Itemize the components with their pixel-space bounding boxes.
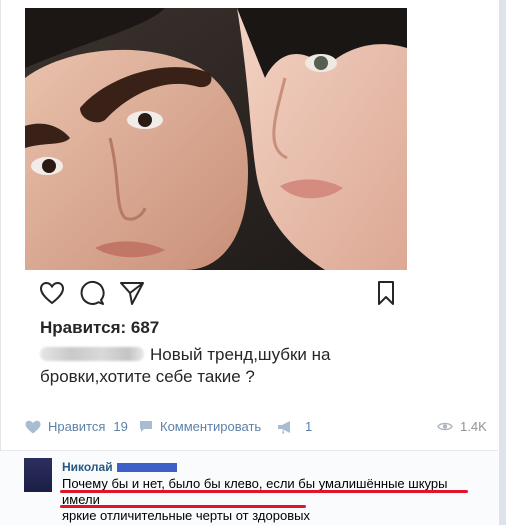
- heart-icon[interactable]: [39, 280, 65, 306]
- post-caption: Новый тренд,шубки на бровки,хотите себе …: [40, 344, 400, 388]
- author-surname-redacted: [116, 462, 177, 472]
- share-count: 1: [305, 419, 313, 434]
- blurred-username: [40, 347, 144, 361]
- like-count: 19: [113, 419, 128, 434]
- red-underline-2: [60, 505, 306, 508]
- avatar[interactable]: [24, 458, 52, 492]
- comment-author[interactable]: Николай: [62, 460, 177, 474]
- author-name: Николай: [62, 460, 113, 474]
- megaphone-icon: [278, 420, 290, 433]
- like-heart-icon: [25, 420, 41, 433]
- bookmark-icon[interactable]: [373, 280, 399, 306]
- comment-label: Комментировать: [160, 419, 262, 434]
- eye-icon: [437, 422, 453, 431]
- likes-count: Нравится: 687: [40, 318, 160, 337]
- comment-line-2: яркие отличительные черты от здоровых: [62, 508, 310, 523]
- comment-bubble-icon: [140, 421, 152, 432]
- comment-text: Почему бы и нет, было бы клево, если бы …: [62, 476, 482, 524]
- instagram-actions: [25, 280, 407, 310]
- red-underline-1: [60, 490, 468, 493]
- like-label: Нравится: [48, 419, 106, 434]
- share-button[interactable]: 1: [277, 419, 312, 434]
- vk-post-footer: Нравится 19 Комментировать 1 1.4K: [25, 413, 487, 443]
- views-counter: 1.4K: [437, 419, 487, 434]
- comment-icon[interactable]: [79, 280, 105, 306]
- two-faces-illustration: [25, 8, 407, 270]
- send-icon[interactable]: [119, 280, 145, 306]
- views-count: 1.4K: [460, 419, 487, 434]
- post-photo[interactable]: [25, 8, 407, 270]
- like-button[interactable]: Нравится 19: [25, 419, 128, 434]
- page-gutter: [499, 0, 506, 525]
- comment-button[interactable]: Комментировать: [139, 419, 261, 434]
